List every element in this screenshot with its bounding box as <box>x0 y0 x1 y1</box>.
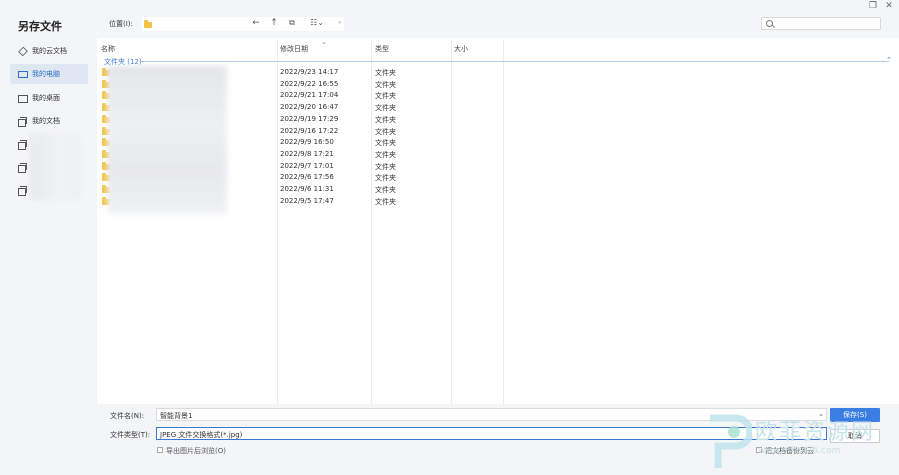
desktop-icon <box>18 94 28 103</box>
folder-outline-icon <box>18 185 27 196</box>
row-modified: 2022/9/5 17:47 <box>280 196 334 205</box>
row-modified: 2022/9/21 17:04 <box>280 91 339 100</box>
row-modified: 2022/9/22 16:55 <box>280 79 339 88</box>
watermark-text: 欧菲资源网 <box>755 420 876 445</box>
view-mode-icon[interactable]: ☷⌄ <box>307 18 327 27</box>
row-modified: 2022/9/6 11:31 <box>280 185 334 193</box>
sidebar-item-my-desktop[interactable]: 我的桌面 <box>10 88 88 108</box>
restore-icon[interactable]: ❐ <box>867 1 879 11</box>
row-type: 文件夹 <box>375 69 396 77</box>
collapse-group-icon[interactable]: ⌃ <box>886 56 892 64</box>
sidebar-item-label: 我的电脑 <box>32 70 60 78</box>
group-divider <box>139 61 889 62</box>
column-header-modified[interactable]: 修改日期 <box>280 44 308 54</box>
row-type: 文件夹 <box>375 80 396 89</box>
sidebar-item-my-documents[interactable]: 我的文档 <box>10 111 88 131</box>
row-type: 文件夹 <box>375 104 396 113</box>
column-header-size[interactable]: 大小 <box>454 44 468 54</box>
export-preview-checkbox[interactable] <box>157 447 163 453</box>
redacted-folder-names <box>107 66 227 214</box>
filename-label: 文件名(N): <box>110 412 145 420</box>
filename-value: 智能背景1 <box>160 412 193 420</box>
filetype-value: JPEG 文件交换格式(*.jpg) <box>160 431 243 439</box>
column-header-type[interactable]: 类型 <box>375 44 389 54</box>
cloud-doc-icon <box>18 47 27 56</box>
row-type: 文件夹 <box>375 139 396 148</box>
search-icon <box>766 20 773 27</box>
row-modified: 2022/9/9 16:50 <box>280 138 334 147</box>
redacted-sidebar-labels <box>30 134 80 200</box>
column-header-name[interactable]: 名称 <box>101 44 115 54</box>
close-icon[interactable]: ✕ <box>883 1 895 11</box>
export-preview-label: 导出图片后浏览(O) <box>166 447 226 455</box>
row-modified: 2022/9/20 16:47 <box>280 103 339 112</box>
folder-icon <box>144 20 152 28</box>
row-modified: 2022/9/23 14:17 <box>280 68 339 76</box>
row-type: 文件夹 <box>375 115 396 124</box>
watermark-url: www.office26.com <box>758 446 841 456</box>
row-type: 文件夹 <box>375 150 396 159</box>
sidebar-item-cloud-docs[interactable]: 我的云文档 <box>10 41 88 61</box>
row-type: 文件夹 <box>375 197 396 206</box>
row-type: 文件夹 <box>375 174 396 183</box>
row-modified: 2022/9/19 17:29 <box>280 114 339 123</box>
sidebar-item-my-computer[interactable]: 我的电脑 <box>10 64 88 84</box>
watermark: 欧菲资源网 www.office26.com <box>700 412 899 475</box>
watermark-logo-icon <box>710 414 752 468</box>
save-file-dialog: 另存文件 ❐ ✕ 我的云文档 我的电脑 我的桌面 我的文档 位置(I): › ←… <box>0 0 899 475</box>
documents-icon <box>18 116 27 127</box>
folder-outline-icon <box>18 162 27 173</box>
computer-icon <box>18 70 28 79</box>
file-list: 名称 修改日期 ⌄ 类型 大小 文件夹 (12) ⌃ 2022/9/23 14:… <box>97 38 899 404</box>
sidebar-item-label: 我的文档 <box>32 117 60 125</box>
sidebar-item-label: 我的云文档 <box>32 47 67 55</box>
sidebar-item-label: 我的桌面 <box>32 94 60 102</box>
location-label: 位置(I): <box>109 20 133 28</box>
row-type: 文件夹 <box>375 162 396 171</box>
row-modified: 2022/9/6 17:56 <box>280 173 334 182</box>
new-folder-icon[interactable]: ⧉ <box>286 18 298 28</box>
row-modified: 2022/9/16 17:22 <box>280 126 339 135</box>
filetype-label: 文件类型(T): <box>110 431 151 439</box>
row-type: 文件夹 <box>375 127 396 136</box>
back-arrow-icon[interactable]: ← <box>250 18 262 28</box>
up-arrow-icon[interactable]: ↑ <box>268 18 280 28</box>
row-modified: 2022/9/8 17:21 <box>280 149 334 158</box>
search-input[interactable] <box>761 17 881 30</box>
row-modified: 2022/9/7 17:01 <box>280 161 334 170</box>
folder-outline-icon <box>18 139 27 150</box>
chevron-down-icon[interactable]: › <box>339 19 341 26</box>
row-type: 文件夹 <box>375 186 396 194</box>
sort-chevron-icon: ⌄ <box>321 38 327 46</box>
dialog-title: 另存文件 <box>18 20 62 33</box>
row-type: 文件夹 <box>375 92 396 101</box>
